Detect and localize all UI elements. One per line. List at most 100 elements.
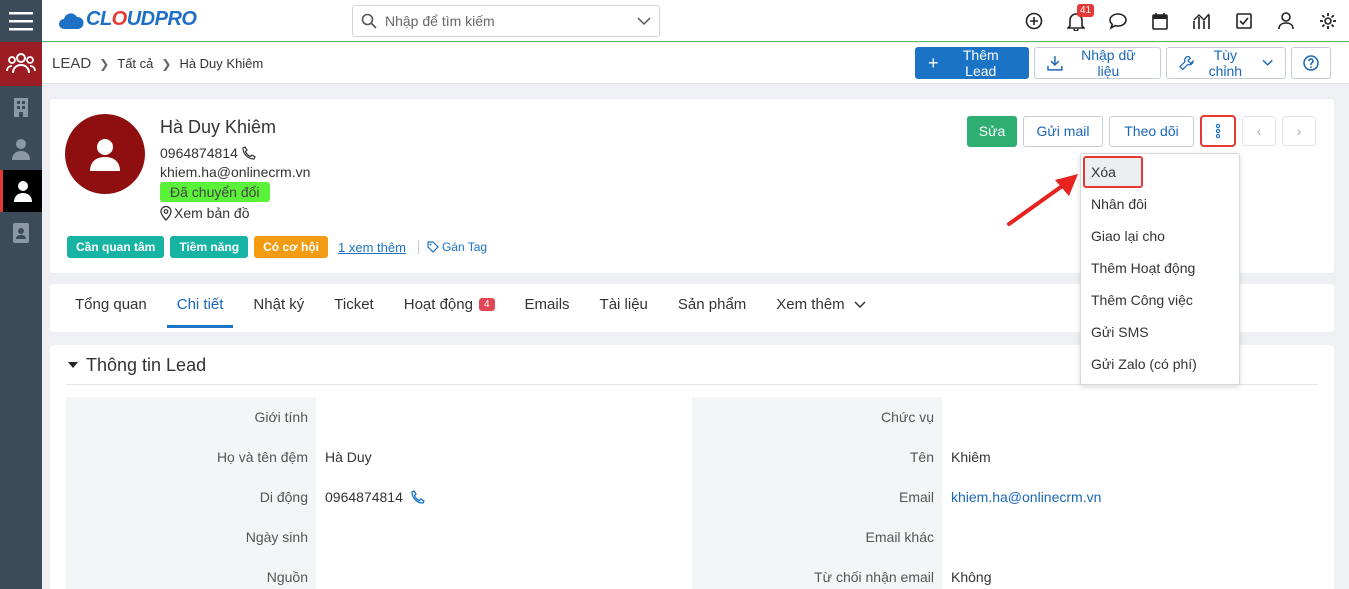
tasks-button[interactable]: [1223, 0, 1265, 42]
breadcrumb-actions: + Thêm Lead Nhập dữ liệu Tùy chỉnh: [915, 47, 1331, 79]
tab-more[interactable]: Xem thêm: [766, 284, 875, 328]
field-value: [316, 397, 684, 437]
chevron-right-icon: ❯: [99, 56, 110, 71]
field-label: Ngày sinh: [245, 529, 308, 545]
sidebar-item-leads[interactable]: [0, 170, 42, 212]
field-label: Di động: [259, 489, 308, 505]
field-label: Từ chối nhận email: [814, 569, 934, 585]
field-row: Ngày sinh: [66, 517, 684, 557]
field-value: [316, 557, 684, 589]
tag-icon: [427, 241, 439, 253]
wrench-icon: [1179, 55, 1194, 71]
tab-ticket[interactable]: Ticket: [324, 284, 383, 328]
menu-item-reassign[interactable]: Giao lại cho: [1081, 220, 1239, 252]
field-label: Email: [898, 489, 934, 505]
search-input[interactable]: [385, 13, 637, 29]
add-button[interactable]: [1013, 0, 1055, 42]
fields-left-column: Giới tính Họ và tên đệm Hà Duy Di động 096…: [66, 397, 684, 589]
sidebar-item-contacts-person[interactable]: [0, 128, 42, 170]
tab-activities[interactable]: Hoạt động 4: [394, 284, 505, 328]
profile-button[interactable]: [1265, 0, 1307, 42]
previous-record-button[interactable]: ‹: [1242, 116, 1276, 146]
tag-chip[interactable]: Cần quan tâm: [67, 236, 165, 258]
chat-button[interactable]: [1097, 0, 1139, 42]
breadcrumb-root[interactable]: LEAD: [52, 55, 91, 72]
phone-icon[interactable]: [242, 146, 256, 160]
send-mail-button[interactable]: Gửi mail: [1023, 115, 1103, 147]
chevron-down-icon: [1262, 59, 1273, 66]
tab-documents[interactable]: Tài liệu: [590, 284, 658, 328]
breadcrumb-level1[interactable]: Tất cả: [117, 56, 153, 71]
lead-name: Hà Duy Khiêm: [160, 117, 277, 137]
tab-products[interactable]: Sản phẩm: [668, 284, 756, 328]
menu-item-delete[interactable]: Xóa: [1083, 156, 1143, 188]
checkbox-icon: [1236, 13, 1252, 29]
field-row: Họ và tên đệm Hà Duy: [66, 437, 684, 477]
customize-button[interactable]: Tùy chỉnh: [1166, 47, 1286, 79]
field-row: Giới tính: [66, 397, 684, 437]
fields-right-column: Chức vụ Tên Khiêm Email khiem.ha@onlinecrm…: [692, 397, 1318, 589]
follow-button[interactable]: Theo dõi: [1109, 115, 1194, 147]
field-value: [942, 397, 1318, 437]
sidebar-item-organizations[interactable]: [0, 86, 42, 128]
settings-button[interactable]: [1307, 0, 1349, 42]
menu-item-send-zalo[interactable]: Gửi Zalo (có phí): [1081, 348, 1239, 380]
top-bar: CLOUDPRO 41: [42, 0, 1349, 42]
field-label: Nguồn: [266, 569, 308, 585]
notification-badge: 41: [1077, 4, 1095, 17]
field-row: Nguồn: [66, 557, 684, 589]
notifications-button[interactable]: 41: [1055, 0, 1097, 42]
add-lead-button[interactable]: + Thêm Lead: [915, 47, 1029, 79]
sidebar-item-documents[interactable]: [0, 212, 42, 254]
import-data-button[interactable]: Nhập dữ liệu: [1034, 47, 1161, 79]
calendar-button[interactable]: [1139, 0, 1181, 42]
next-record-button[interactable]: ›: [1282, 116, 1316, 146]
tag-chip[interactable]: Tiềm năng: [170, 236, 249, 258]
lead-email[interactable]: khiem.ha@onlinecrm.vn: [160, 164, 310, 180]
menu-item-add-activity[interactable]: Thêm Hoạt động: [1081, 252, 1239, 284]
breadcrumb: LEAD ❯ Tất cả ❯ Hà Duy Khiêm: [52, 55, 263, 72]
field-value: 0964874814: [316, 477, 684, 517]
menu-item-add-task[interactable]: Thêm Công việc: [1081, 284, 1239, 316]
tab-log[interactable]: Nhật ký: [243, 284, 314, 328]
add-tag-link[interactable]: Gán Tag: [417, 240, 487, 254]
lead-phone[interactable]: 0964874814: [160, 145, 256, 161]
top-icons: 41: [1013, 0, 1349, 42]
menu-toggle[interactable]: [0, 0, 42, 42]
sidebar-item-contacts[interactable]: [0, 42, 42, 86]
menu-item-send-sms[interactable]: Gửi SMS: [1081, 316, 1239, 348]
more-actions-button[interactable]: [1200, 115, 1236, 147]
tab-details[interactable]: Chi tiết: [166, 284, 234, 328]
field-value: Không: [942, 557, 1318, 589]
logo[interactable]: CLOUDPRO: [58, 8, 197, 31]
logo-text: CLOUDPRO: [86, 8, 197, 30]
tab-count-badge: 4: [478, 298, 495, 311]
tab-emails[interactable]: Emails: [515, 284, 580, 328]
chevron-down-icon[interactable]: [637, 16, 651, 26]
field-value: Hà Duy: [316, 437, 684, 477]
edit-button[interactable]: Sửa: [967, 115, 1017, 147]
email-link[interactable]: khiem.ha@onlinecrm.vn: [942, 477, 1318, 517]
breadcrumb-bar: LEAD ❯ Tất cả ❯ Hà Duy Khiêm + Thêm Lead …: [42, 43, 1349, 84]
help-button[interactable]: [1291, 47, 1331, 79]
section-header[interactable]: Thông tin Lead: [68, 355, 206, 376]
tag-chip[interactable]: Có cơ hội: [254, 236, 329, 258]
search-icon: [361, 13, 377, 29]
field-row: Chức vụ: [692, 397, 1318, 437]
view-map-link[interactable]: Xem bản đồ: [160, 205, 250, 221]
person-icon: [13, 181, 32, 202]
tab-overview[interactable]: Tổng quan: [65, 284, 157, 328]
field-row: Email khác: [692, 517, 1318, 557]
calendar-icon: [1152, 13, 1168, 30]
more-tags-link[interactable]: 1 xem thêm: [338, 240, 406, 255]
field-label: Tên: [909, 449, 934, 465]
vertical-dots-icon: [1215, 123, 1221, 139]
search-box[interactable]: [352, 5, 660, 37]
contact-card-icon: [13, 223, 29, 243]
map-pin-icon: [160, 205, 172, 221]
chevron-down-icon: [854, 300, 866, 308]
menu-item-duplicate[interactable]: Nhân đôi: [1081, 188, 1239, 220]
reports-button[interactable]: [1181, 0, 1223, 42]
phone-icon[interactable]: [411, 490, 425, 504]
chart-icon: [1193, 13, 1210, 29]
